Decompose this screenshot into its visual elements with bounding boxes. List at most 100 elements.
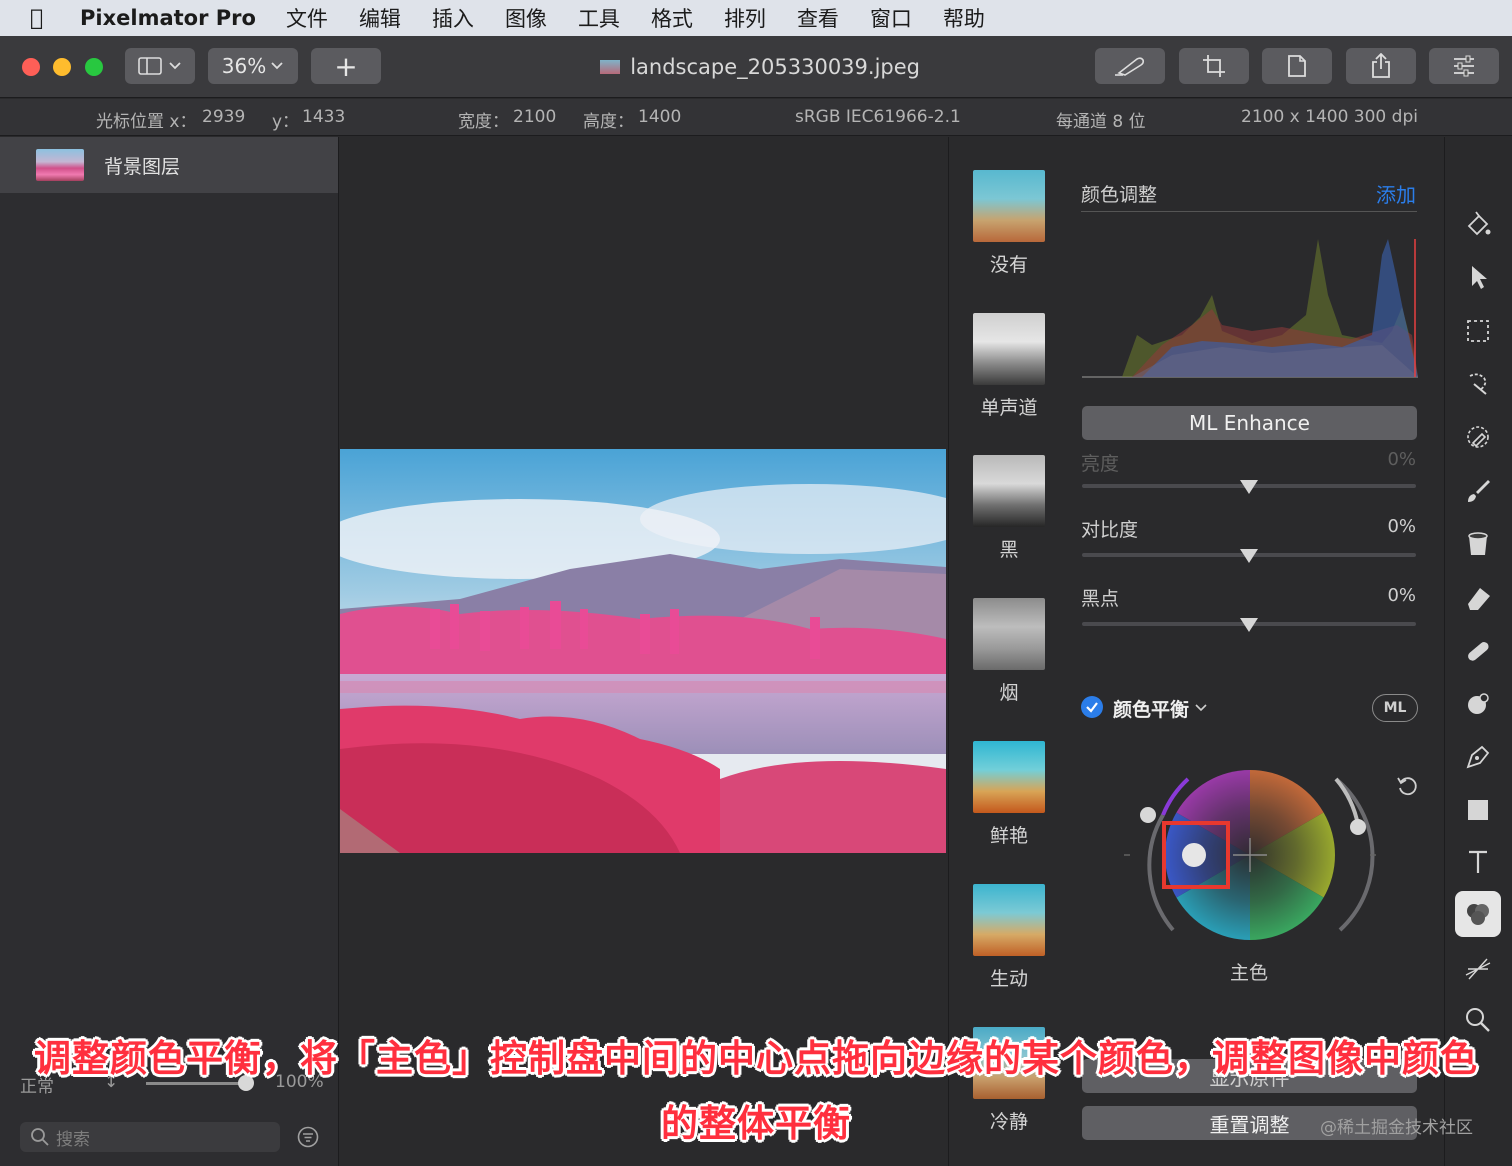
crop-button[interactable] xyxy=(1179,48,1249,84)
document-thumbnail xyxy=(600,60,621,74)
zoom-dropdown[interactable]: 36% xyxy=(208,48,298,84)
menu-insert[interactable]: 插入 xyxy=(432,3,474,33)
zoom-window-button[interactable] xyxy=(85,58,103,76)
shape-tool[interactable] xyxy=(1461,793,1495,827)
select-tool[interactable] xyxy=(1461,260,1495,294)
preset-lively[interactable]: 生动 xyxy=(973,884,1045,991)
paint-tool[interactable] xyxy=(1461,474,1495,508)
paintbrush-icon xyxy=(1468,480,1490,502)
menu-file[interactable]: 文件 xyxy=(286,3,328,33)
type-tool[interactable] xyxy=(1461,845,1495,879)
menu-tools[interactable]: 工具 xyxy=(578,3,620,33)
arrange-tool[interactable] xyxy=(1461,207,1495,241)
color-balance-label[interactable]: 颜色平衡 xyxy=(1113,695,1189,722)
crop-icon xyxy=(1203,55,1225,77)
distort-tool[interactable] xyxy=(1461,687,1495,721)
tools-toggle-button[interactable] xyxy=(1095,48,1165,84)
color-profile: sRGB IEC61966-2.1 xyxy=(795,107,961,127)
color-adjust-tool[interactable] xyxy=(1455,891,1501,937)
zoom-value: 36% xyxy=(221,54,267,78)
ml-color-balance-button[interactable]: ML xyxy=(1372,694,1418,722)
opacity-slider[interactable] xyxy=(146,1082,246,1085)
preset-thumbnail xyxy=(973,884,1045,956)
add-button[interactable]: + xyxy=(311,48,381,84)
color-circles-icon xyxy=(1467,904,1489,925)
retouch-tool[interactable] xyxy=(1461,634,1495,668)
paint-bucket-icon xyxy=(1467,211,1491,236)
menu-edit[interactable]: 编辑 xyxy=(359,3,401,33)
preset-label: 黑 xyxy=(999,539,1019,561)
menu-help[interactable]: 帮助 xyxy=(943,3,985,33)
plus-icon: + xyxy=(334,49,358,83)
quick-select-tool[interactable] xyxy=(1461,367,1495,401)
highlight-slider-knob[interactable] xyxy=(1350,819,1366,835)
pen-tool[interactable] xyxy=(1461,740,1495,774)
minimize-window-button[interactable] xyxy=(53,58,71,76)
brightness-value: 0% xyxy=(1387,449,1416,470)
reset-icon[interactable] xyxy=(1396,774,1420,798)
preset-label: 单声道 xyxy=(980,397,1038,419)
brightness-slider-knob[interactable] xyxy=(1240,480,1258,494)
layer-thumbnail xyxy=(36,149,84,181)
effects-icon xyxy=(1465,958,1491,980)
cursor-y-value: 1433 xyxy=(302,107,346,127)
preset-black[interactable]: 黑 xyxy=(973,455,1045,562)
adjustments-title: 颜色调整 xyxy=(1081,184,1158,206)
menu-view[interactable]: 查看 xyxy=(797,3,839,33)
wheel-center-handle[interactable] xyxy=(1182,843,1206,867)
landscape-artwork xyxy=(340,449,946,853)
share-button[interactable] xyxy=(1346,48,1416,84)
blackpoint-value: 0% xyxy=(1387,585,1416,606)
preset-vivid[interactable]: 鲜艳 xyxy=(973,741,1045,848)
width-label: 宽度： xyxy=(458,112,509,132)
fill-tool[interactable] xyxy=(1461,527,1495,561)
preset-thumbnail xyxy=(973,170,1045,242)
blob-icon xyxy=(1468,693,1489,714)
contrast-slider-knob[interactable] xyxy=(1240,549,1258,563)
format-button[interactable] xyxy=(1262,48,1332,84)
bucket-icon xyxy=(1468,532,1488,555)
layer-row[interactable]: 背景图层 xyxy=(0,137,338,193)
preset-none[interactable]: 没有 xyxy=(973,170,1045,277)
primary-color-wheel[interactable] xyxy=(1118,765,1378,955)
preset-smoke[interactable]: 烟 xyxy=(973,598,1045,705)
menu-window[interactable]: 窗口 xyxy=(870,3,912,33)
chevron-down-icon xyxy=(271,62,283,70)
ml-enhance-button[interactable]: ML Enhance xyxy=(1082,406,1417,440)
menu-format[interactable]: 格式 xyxy=(651,3,693,33)
layer-name: 背景图层 xyxy=(104,155,181,178)
color-balance-checkbox[interactable] xyxy=(1081,696,1103,718)
contrast-label: 对比度 xyxy=(1081,519,1139,541)
chevron-down-icon[interactable] xyxy=(1195,704,1207,712)
menu-image[interactable]: 图像 xyxy=(505,3,547,33)
cursor-x-label: 光标位置 x： xyxy=(96,112,197,132)
menu-arrange[interactable]: 排列 xyxy=(724,3,766,33)
ml-badge-label: ML xyxy=(1383,700,1407,716)
pen-nib-icon xyxy=(1466,745,1490,769)
rectangle-select-tool[interactable] xyxy=(1461,314,1495,348)
preset-thumbnail xyxy=(973,455,1045,527)
landscape-image[interactable] xyxy=(340,449,946,853)
color-picker-tool[interactable] xyxy=(1461,420,1495,454)
preset-mono[interactable]: 单声道 xyxy=(973,313,1045,420)
sidebar-toggle-button[interactable] xyxy=(125,48,195,84)
preset-label: 没有 xyxy=(989,254,1028,276)
preset-thumbnail xyxy=(973,741,1045,813)
effects-tool[interactable] xyxy=(1461,952,1495,986)
resolution: 2100 x 1400 300 dpi xyxy=(1241,107,1418,127)
document-title: landscape_205330039.jpeg xyxy=(600,55,920,79)
menu-bar:  Pixelmator Pro 文件 编辑 插入 图像 工具 格式 排列 查看… xyxy=(0,0,1512,36)
erase-tool[interactable] xyxy=(1461,581,1495,615)
blackpoint-slider-knob[interactable] xyxy=(1240,618,1258,632)
close-window-button[interactable] xyxy=(22,58,40,76)
apple-menu-icon[interactable]:  xyxy=(30,6,60,31)
tools-sidebar xyxy=(1444,137,1512,1166)
add-adjustment-link[interactable]: 添加 xyxy=(1376,179,1416,208)
info-bar: 光标位置 x： 2939 y： 1433 宽度： 2100 高度： 1400 s… xyxy=(0,99,1512,136)
divider xyxy=(1081,211,1417,212)
shadow-slider-knob[interactable] xyxy=(1140,807,1156,823)
app-menu[interactable]: Pixelmator Pro xyxy=(80,6,256,30)
sidebar-icon xyxy=(138,57,162,75)
adjust-button[interactable] xyxy=(1429,48,1499,84)
marquee-icon xyxy=(1467,320,1489,342)
